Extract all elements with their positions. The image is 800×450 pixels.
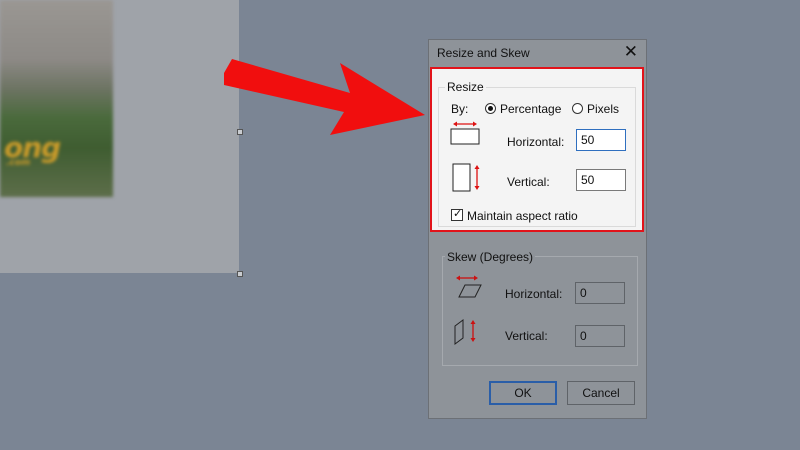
canvas-page: ong .com <box>0 0 239 273</box>
by-label: By: <box>451 102 469 116</box>
resize-horizontal-input[interactable] <box>576 129 626 151</box>
cancel-button[interactable]: Cancel <box>567 381 635 405</box>
canvas-resize-handle-corner[interactable] <box>237 271 243 277</box>
resize-vertical-icon <box>452 163 480 192</box>
red-arrow-icon <box>224 59 425 135</box>
resize-vertical-input[interactable] <box>576 169 626 191</box>
percentage-radio[interactable] <box>485 103 496 114</box>
resize-group-label: Resize <box>445 80 486 94</box>
skew-vertical-label: Vertical: <box>505 329 548 343</box>
pixels-radio[interactable] <box>572 103 583 114</box>
resize-horizontal-label: Horizontal: <box>507 135 565 149</box>
image-logo-subtext: .com <box>6 158 31 168</box>
skew-vertical-icon <box>454 319 476 345</box>
maintain-aspect-checkbox[interactable]: ✓ <box>451 207 463 221</box>
canvas-image: ong .com <box>0 0 113 197</box>
dialog-title: Resize and Skew <box>437 46 530 60</box>
close-icon[interactable]: ✕ <box>624 42 638 62</box>
percentage-label[interactable]: Percentage <box>500 102 561 116</box>
resize-horizontal-icon <box>450 121 480 145</box>
resize-vertical-label: Vertical: <box>507 175 550 189</box>
resize-panel: Resize By: Percentage Pixels Horizontal:… <box>430 67 644 232</box>
skew-vertical-input[interactable] <box>575 325 625 347</box>
resize-skew-dialog: Resize and Skew ✕ Resize By: Percentage … <box>428 39 647 419</box>
skew-horizontal-label: Horizontal: <box>505 287 563 301</box>
skew-horizontal-input[interactable] <box>575 282 625 304</box>
skew-group-label: Skew (Degrees) <box>445 250 536 264</box>
pixels-label[interactable]: Pixels <box>587 102 619 116</box>
skew-horizontal-icon <box>456 275 482 298</box>
checkmark-icon: ✓ <box>453 207 463 220</box>
ok-button[interactable]: OK <box>489 381 557 405</box>
maintain-aspect-label[interactable]: Maintain aspect ratio <box>467 209 578 223</box>
dialog-titlebar[interactable]: Resize and Skew ✕ <box>429 40 646 64</box>
